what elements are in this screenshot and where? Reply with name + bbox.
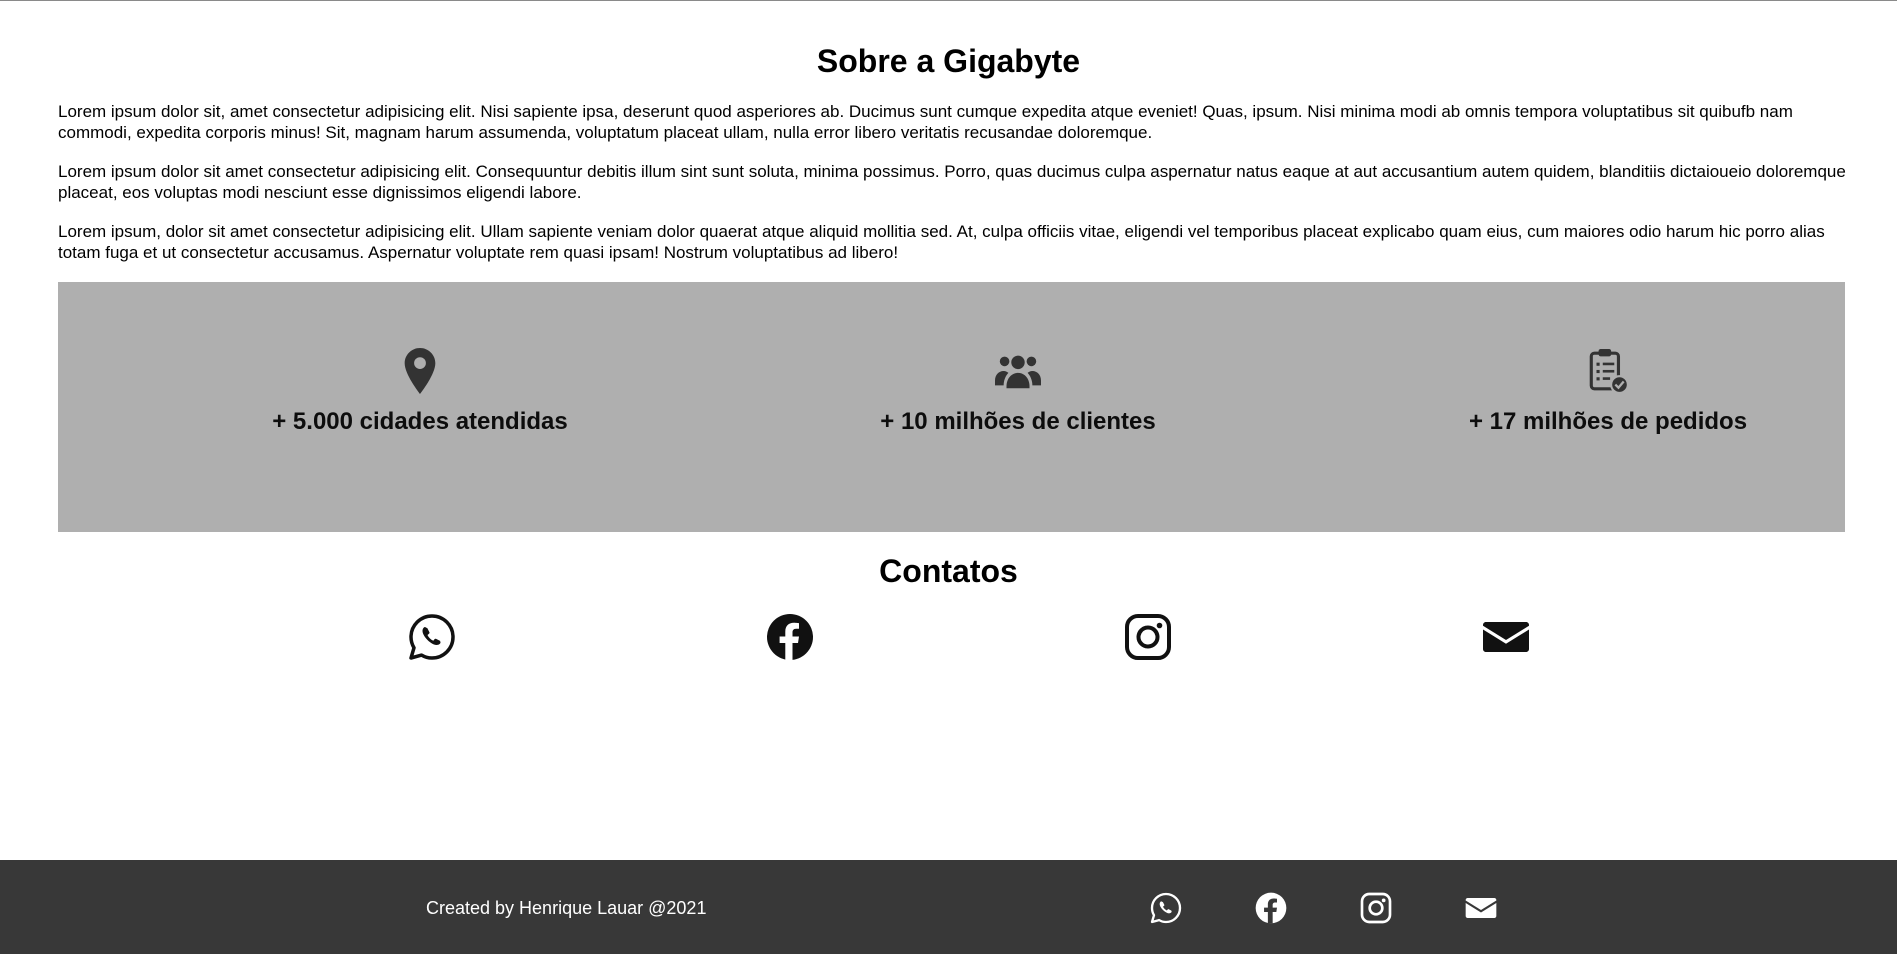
page: Sobre a Gigabyte Lorem ipsum dolor sit, …: [0, 0, 1897, 954]
whatsapp-icon: [1150, 892, 1182, 924]
instagram-icon: [1124, 613, 1172, 661]
footer-facebook-link[interactable]: [1255, 892, 1287, 924]
footer-instagram-link[interactable]: [1360, 892, 1392, 924]
footer-whatsapp-link[interactable]: [1150, 892, 1182, 924]
stat-cities-label: + 5.000 cidades atendidas: [272, 408, 568, 435]
email-contact-button[interactable]: [1482, 613, 1530, 661]
about-paragraph-1: Lorem ipsum dolor sit, amet consectetur …: [58, 102, 1793, 142]
footer-credit: Created by Henrique Lauar @2021: [426, 898, 707, 918]
users-icon: [995, 348, 1041, 394]
footer: Created by Henrique Lauar @2021: [0, 860, 1897, 954]
whatsapp-contact-button[interactable]: [408, 613, 456, 661]
whatsapp-icon: [408, 613, 456, 661]
stat-clients-label: + 10 milhões de clientes: [880, 408, 1156, 435]
envelope-icon: [1465, 892, 1497, 924]
facebook-contact-button[interactable]: [766, 613, 814, 661]
about-paragraph-2: Lorem ipsum dolor sit amet consectetur a…: [58, 162, 1846, 202]
map-marker-icon: [397, 348, 443, 394]
facebook-icon: [766, 613, 814, 661]
stat-orders-label: + 17 milhões de pedidos: [1468, 408, 1748, 435]
about-text: Lorem ipsum dolor sit, amet consectetur …: [58, 101, 1848, 281]
stat-clients: + 10 milhões de clientes: [818, 348, 1218, 436]
clipboard-check-icon: [1585, 348, 1631, 394]
contacts-title: Contatos: [879, 553, 1018, 589]
about-title: Sobre a Gigabyte: [816, 43, 1081, 79]
stat-cities: + 5.000 cidades atendidas: [220, 348, 620, 436]
footer-email-link[interactable]: [1465, 892, 1497, 924]
stat-orders: + 17 milhões de pedidos: [1408, 348, 1808, 436]
instagram-icon: [1360, 892, 1392, 924]
envelope-icon: [1482, 613, 1530, 661]
instagram-contact-button[interactable]: [1124, 613, 1172, 661]
facebook-icon: [1255, 892, 1287, 924]
about-paragraph-3: Lorem ipsum, dolor sit amet consectetur …: [58, 222, 1825, 262]
stats-banner: + 5.000 cidades atendidas + 10 milhões d…: [58, 282, 1845, 532]
